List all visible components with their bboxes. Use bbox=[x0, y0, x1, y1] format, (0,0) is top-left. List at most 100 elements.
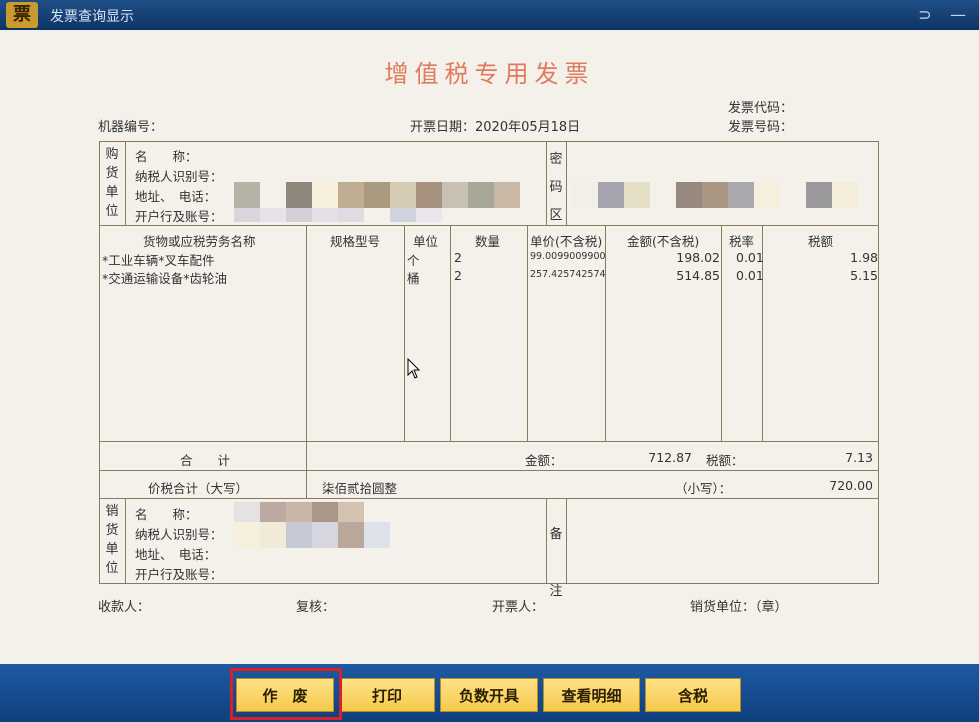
item-amount: 198.02 bbox=[676, 250, 720, 265]
buyer-name-label: 名 称： bbox=[135, 149, 198, 164]
grid-line bbox=[99, 583, 879, 584]
item-rate: 0.01 bbox=[736, 268, 764, 283]
buyer-side-char: 单 bbox=[105, 185, 119, 200]
machine-no-label: 机器编号： bbox=[98, 120, 164, 135]
item-qty: 2 bbox=[454, 268, 462, 283]
buyer-side-char: 货 bbox=[105, 166, 119, 181]
item-unit: 个 bbox=[407, 253, 420, 268]
grid-line bbox=[99, 441, 879, 442]
grid-line bbox=[404, 225, 405, 441]
window-title: 发票查询显示 bbox=[50, 9, 134, 25]
col-header-qty: 数量 bbox=[475, 234, 501, 249]
issue-date-label: 开票日期：2020年05月18日 bbox=[410, 116, 580, 135]
redacted-seller-taxid bbox=[234, 522, 390, 548]
cipher-side-label: 密 码 区 bbox=[548, 146, 564, 230]
item-unit: 桶 bbox=[407, 271, 420, 286]
seller-address-label: 地址、 电话： bbox=[135, 547, 217, 562]
seller-side-char: 销 bbox=[105, 504, 119, 519]
col-header-spec: 规格型号 bbox=[330, 234, 381, 249]
grid-line bbox=[125, 141, 126, 225]
total-label: 合 计 bbox=[180, 453, 231, 468]
grand-total-small-label: （小写）： bbox=[675, 481, 732, 496]
buyer-taxid-label: 纳税人识别号： bbox=[135, 169, 223, 184]
item-tax: 1.98 bbox=[850, 250, 878, 265]
col-header-amount: 金额(不含税) bbox=[627, 234, 700, 249]
item-price: 257.425742574 bbox=[530, 269, 606, 280]
invoice-title: 增值税专用发票 bbox=[384, 60, 595, 88]
grid-line bbox=[878, 141, 879, 583]
buyer-side-char: 位 bbox=[105, 204, 119, 219]
print-button[interactable]: 打印 bbox=[339, 678, 435, 712]
grid-line bbox=[546, 141, 547, 225]
app-logo-icon: 票 bbox=[6, 2, 38, 28]
col-header-price: 单价(不含税) bbox=[530, 234, 603, 249]
seller-taxid-label: 纳税人识别号： bbox=[135, 527, 223, 542]
minimize-icon[interactable]: — bbox=[948, 5, 968, 25]
grid-line bbox=[99, 498, 879, 499]
grid-line bbox=[306, 225, 307, 498]
grid-line bbox=[721, 225, 722, 441]
seller-side-label: 销 货 单 位 bbox=[104, 502, 120, 578]
item-rate: 0.01 bbox=[736, 250, 764, 265]
grid-line bbox=[99, 470, 879, 471]
grid-line bbox=[99, 141, 100, 583]
restore-icon[interactable]: ⊃ bbox=[915, 5, 935, 25]
grid-line bbox=[566, 498, 567, 583]
buyer-side-label: 购 货 单 位 bbox=[104, 145, 120, 221]
total-tax-label: 税额： bbox=[706, 453, 744, 468]
grid-line bbox=[450, 225, 451, 441]
total-tax-value: 7.13 bbox=[845, 450, 873, 465]
issue-date-label-text: 开票日期： bbox=[410, 120, 476, 135]
buyer-address-label: 地址、 电话： bbox=[135, 189, 217, 204]
item-qty: 2 bbox=[454, 250, 462, 265]
seller-side-char: 单 bbox=[105, 542, 119, 557]
issuer-label: 开票人： bbox=[492, 600, 545, 615]
col-header-tax: 税额 bbox=[808, 234, 834, 249]
buyer-bank-label: 开户行及账号： bbox=[135, 209, 223, 224]
grid-line bbox=[546, 498, 547, 583]
seller-name-label: 名 称： bbox=[135, 507, 198, 522]
remarks-side-char: 注 bbox=[549, 584, 563, 599]
grid-line bbox=[566, 141, 567, 225]
remarks-side-char: 备 bbox=[549, 527, 563, 542]
window-titlebar: 票 发票查询显示 ⊃ — bbox=[0, 0, 979, 30]
cipher-side-char: 密 bbox=[549, 152, 563, 167]
item-name: *工业车辆*叉车配件 bbox=[102, 253, 215, 268]
col-header-unit: 单位 bbox=[413, 234, 439, 249]
col-header-rate: 税率 bbox=[729, 234, 755, 249]
mouse-cursor-icon bbox=[407, 358, 421, 379]
redacted-cipher bbox=[572, 182, 858, 208]
reviewer-label: 复核： bbox=[296, 600, 336, 615]
item-name: *交通运输设备*齿轮油 bbox=[102, 271, 228, 286]
cipher-side-char: 码 bbox=[549, 180, 563, 195]
negative-invoice-button[interactable]: 负数开具 bbox=[440, 678, 538, 712]
void-button-highlight bbox=[230, 668, 342, 720]
redacted-buyer-address bbox=[234, 182, 520, 208]
grand-total-small-value: 720.00 bbox=[829, 478, 873, 493]
remarks-side-label: 备 注 bbox=[548, 506, 564, 620]
item-amount: 514.85 bbox=[676, 268, 720, 283]
seller-side-char: 货 bbox=[105, 523, 119, 538]
grand-total-label: 价税合计（大写） bbox=[148, 481, 249, 496]
redacted-buyer-bank bbox=[234, 208, 442, 222]
buyer-side-char: 购 bbox=[105, 147, 119, 162]
payee-label: 收款人： bbox=[98, 600, 151, 615]
total-amount-value: 712.87 bbox=[648, 450, 692, 465]
seller-side-char: 位 bbox=[105, 561, 119, 576]
invoice-code-label: 发票代码： bbox=[728, 101, 794, 116]
issue-date-value: 2020年05月18日 bbox=[475, 120, 581, 135]
grid-line bbox=[99, 141, 879, 142]
total-amount-label: 金额： bbox=[525, 453, 563, 468]
cipher-side-char: 区 bbox=[549, 208, 563, 223]
col-header-name: 货物或应税劳务名称 bbox=[143, 234, 256, 249]
invoice-number-label: 发票号码： bbox=[728, 120, 794, 135]
tax-inclusive-button[interactable]: 含税 bbox=[645, 678, 741, 712]
seller-bank-label: 开户行及账号： bbox=[135, 567, 223, 582]
grid-line bbox=[125, 498, 126, 583]
grand-total-words: 柒佰贰拾圆整 bbox=[322, 481, 398, 496]
view-details-button[interactable]: 查看明细 bbox=[543, 678, 640, 712]
item-tax: 5.15 bbox=[850, 268, 878, 283]
grid-line bbox=[527, 225, 528, 441]
seller-seal-label: 销货单位：（章） bbox=[690, 600, 788, 615]
item-price: 99.0099009900 bbox=[530, 251, 606, 262]
